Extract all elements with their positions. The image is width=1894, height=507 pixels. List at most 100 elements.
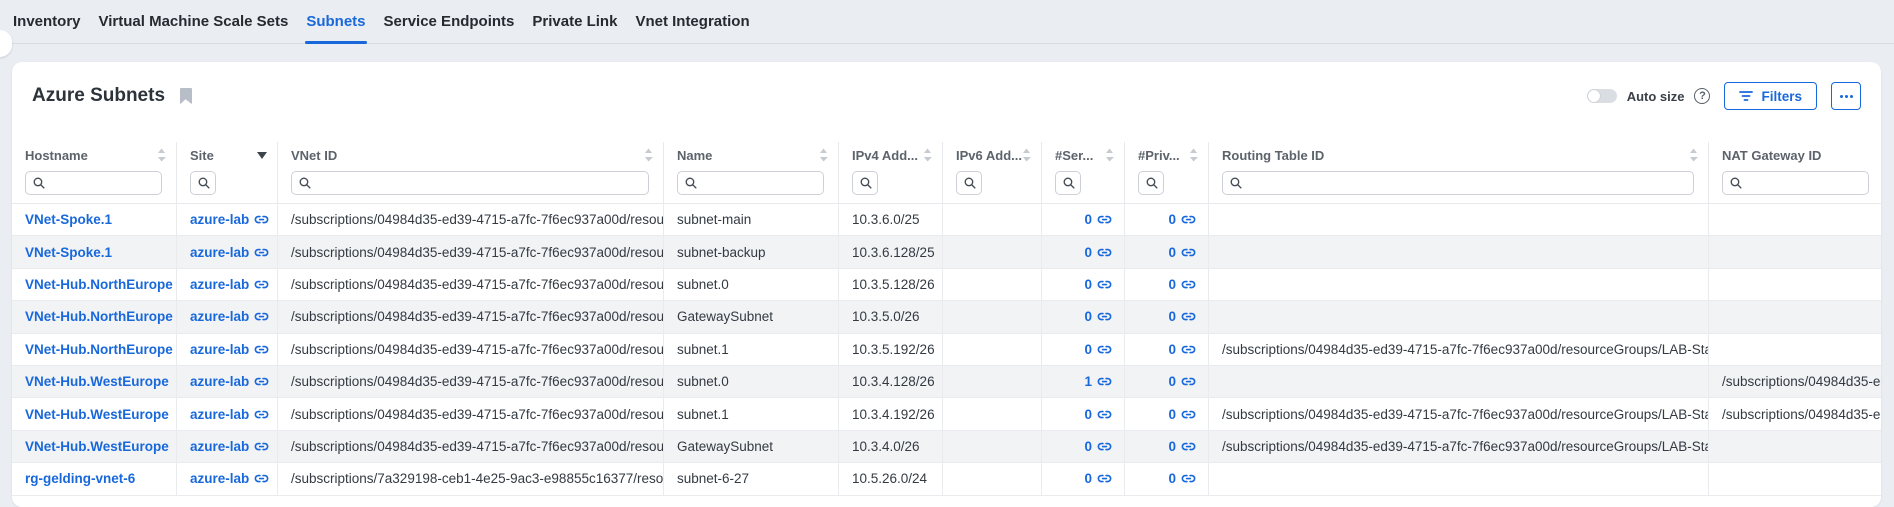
sort-icon[interactable] — [819, 148, 828, 162]
hostname-link[interactable]: VNet-Hub.NorthEurope — [25, 342, 173, 357]
sort-icon[interactable] — [1105, 148, 1114, 162]
site-link[interactable]: azure-lab — [190, 342, 249, 357]
private-count-link[interactable]: 0 — [1168, 342, 1176, 357]
column-header-services[interactable]: #Ser... — [1042, 142, 1125, 168]
help-icon[interactable]: ? — [1694, 88, 1710, 104]
tab-subnets[interactable]: Subnets — [305, 0, 366, 43]
link-icon[interactable] — [1181, 407, 1196, 422]
private-count-link[interactable]: 0 — [1168, 245, 1176, 260]
private-count-link[interactable]: 0 — [1168, 471, 1176, 486]
sort-icon[interactable] — [644, 148, 653, 162]
filter-input-name[interactable] — [677, 171, 824, 195]
sort-icon[interactable] — [923, 148, 932, 162]
services-count-link[interactable]: 0 — [1084, 407, 1092, 422]
link-icon[interactable] — [1097, 471, 1112, 486]
site-link[interactable]: azure-lab — [190, 212, 249, 227]
sort-icon[interactable] — [1689, 148, 1698, 162]
filter-input-hostname[interactable] — [25, 171, 162, 195]
hostname-link[interactable]: rg-gelding-vnet-6 — [25, 471, 135, 486]
services-count-link[interactable]: 0 — [1084, 245, 1092, 260]
bookmark-icon[interactable] — [179, 88, 192, 104]
link-icon[interactable] — [1181, 439, 1196, 454]
filter-input-ipv6[interactable] — [956, 171, 982, 195]
filter-input-nat_gateway_id[interactable] — [1722, 171, 1869, 195]
hostname-link[interactable]: VNet-Hub.NorthEurope — [25, 277, 173, 292]
private-count-link[interactable]: 0 — [1168, 407, 1176, 422]
more-options-button[interactable] — [1831, 82, 1861, 110]
filter-input-routing_table_id[interactable] — [1222, 171, 1694, 195]
auto-size-toggle[interactable] — [1587, 89, 1617, 103]
services-count-link[interactable]: 0 — [1084, 439, 1092, 454]
column-header-site[interactable]: Site — [177, 142, 278, 168]
column-header-name[interactable]: Name — [664, 142, 839, 168]
link-icon[interactable] — [1181, 277, 1196, 292]
hostname-link[interactable]: VNet-Hub.WestEurope — [25, 439, 169, 454]
private-count-link[interactable]: 0 — [1168, 439, 1176, 454]
site-link[interactable]: azure-lab — [190, 439, 249, 454]
link-icon[interactable] — [1181, 374, 1196, 389]
link-icon[interactable] — [1097, 245, 1112, 260]
sort-icon[interactable] — [157, 148, 166, 162]
sort-icon[interactable] — [1189, 148, 1198, 162]
link-icon[interactable] — [1097, 439, 1112, 454]
link-icon[interactable] — [1097, 309, 1112, 324]
hostname-link[interactable]: VNet-Hub.WestEurope — [25, 407, 169, 422]
private-count-link[interactable]: 0 — [1168, 277, 1176, 292]
link-icon[interactable] — [254, 407, 269, 422]
link-icon[interactable] — [254, 277, 269, 292]
column-header-hostname[interactable]: Hostname — [12, 142, 177, 168]
column-header-nat_gateway_id[interactable]: NAT Gateway ID — [1709, 142, 1881, 168]
private-count-link[interactable]: 0 — [1168, 374, 1176, 389]
tab-virtual-machine-scale-sets[interactable]: Virtual Machine Scale Sets — [98, 0, 290, 43]
link-icon[interactable] — [1181, 342, 1196, 357]
site-link[interactable]: azure-lab — [190, 471, 249, 486]
link-icon[interactable] — [254, 439, 269, 454]
hostname-link[interactable]: VNet-Hub.NorthEurope — [25, 309, 173, 324]
link-icon[interactable] — [1097, 212, 1112, 227]
services-count-link[interactable]: 0 — [1084, 309, 1092, 324]
tab-private-link[interactable]: Private Link — [531, 0, 618, 43]
link-icon[interactable] — [1181, 471, 1196, 486]
services-count-link[interactable]: 0 — [1084, 471, 1092, 486]
sort-desc-icon[interactable] — [257, 152, 267, 159]
filter-input-private[interactable] — [1138, 171, 1164, 195]
link-icon[interactable] — [1181, 212, 1196, 227]
site-link[interactable]: azure-lab — [190, 245, 249, 260]
tab-inventory[interactable]: Inventory — [12, 0, 82, 43]
site-link[interactable]: azure-lab — [190, 407, 249, 422]
link-icon[interactable] — [1097, 342, 1112, 357]
private-count-link[interactable]: 0 — [1168, 212, 1176, 227]
site-link[interactable]: azure-lab — [190, 277, 249, 292]
link-icon[interactable] — [254, 471, 269, 486]
filter-input-site[interactable] — [190, 171, 216, 195]
link-icon[interactable] — [1181, 309, 1196, 324]
column-header-vnet_id[interactable]: VNet ID — [278, 142, 664, 168]
filters-button[interactable]: Filters — [1724, 82, 1817, 110]
link-icon[interactable] — [1097, 277, 1112, 292]
link-icon[interactable] — [254, 309, 269, 324]
services-count-link[interactable]: 0 — [1084, 212, 1092, 227]
column-header-routing_table_id[interactable]: Routing Table ID — [1209, 142, 1709, 168]
link-icon[interactable] — [254, 374, 269, 389]
link-icon[interactable] — [1097, 407, 1112, 422]
link-icon[interactable] — [254, 212, 269, 227]
tab-vnet-integration[interactable]: Vnet Integration — [634, 0, 750, 43]
hostname-link[interactable]: VNet-Hub.WestEurope — [25, 374, 169, 389]
filter-input-ipv4[interactable] — [852, 171, 878, 195]
column-header-ipv6[interactable]: IPv6 Add... — [943, 142, 1042, 168]
private-count-link[interactable]: 0 — [1168, 309, 1176, 324]
column-header-ipv4[interactable]: IPv4 Add... — [839, 142, 943, 168]
sort-icon[interactable] — [1022, 148, 1031, 162]
hostname-link[interactable]: VNet-Spoke.1 — [25, 245, 112, 260]
services-count-link[interactable]: 1 — [1084, 374, 1092, 389]
link-icon[interactable] — [254, 245, 269, 260]
filter-input-services[interactable] — [1055, 171, 1081, 195]
hostname-link[interactable]: VNet-Spoke.1 — [25, 212, 112, 227]
services-count-link[interactable]: 0 — [1084, 277, 1092, 292]
link-icon[interactable] — [1181, 245, 1196, 260]
site-link[interactable]: azure-lab — [190, 309, 249, 324]
tab-service-endpoints[interactable]: Service Endpoints — [383, 0, 516, 43]
link-icon[interactable] — [254, 342, 269, 357]
site-link[interactable]: azure-lab — [190, 374, 249, 389]
link-icon[interactable] — [1097, 374, 1112, 389]
